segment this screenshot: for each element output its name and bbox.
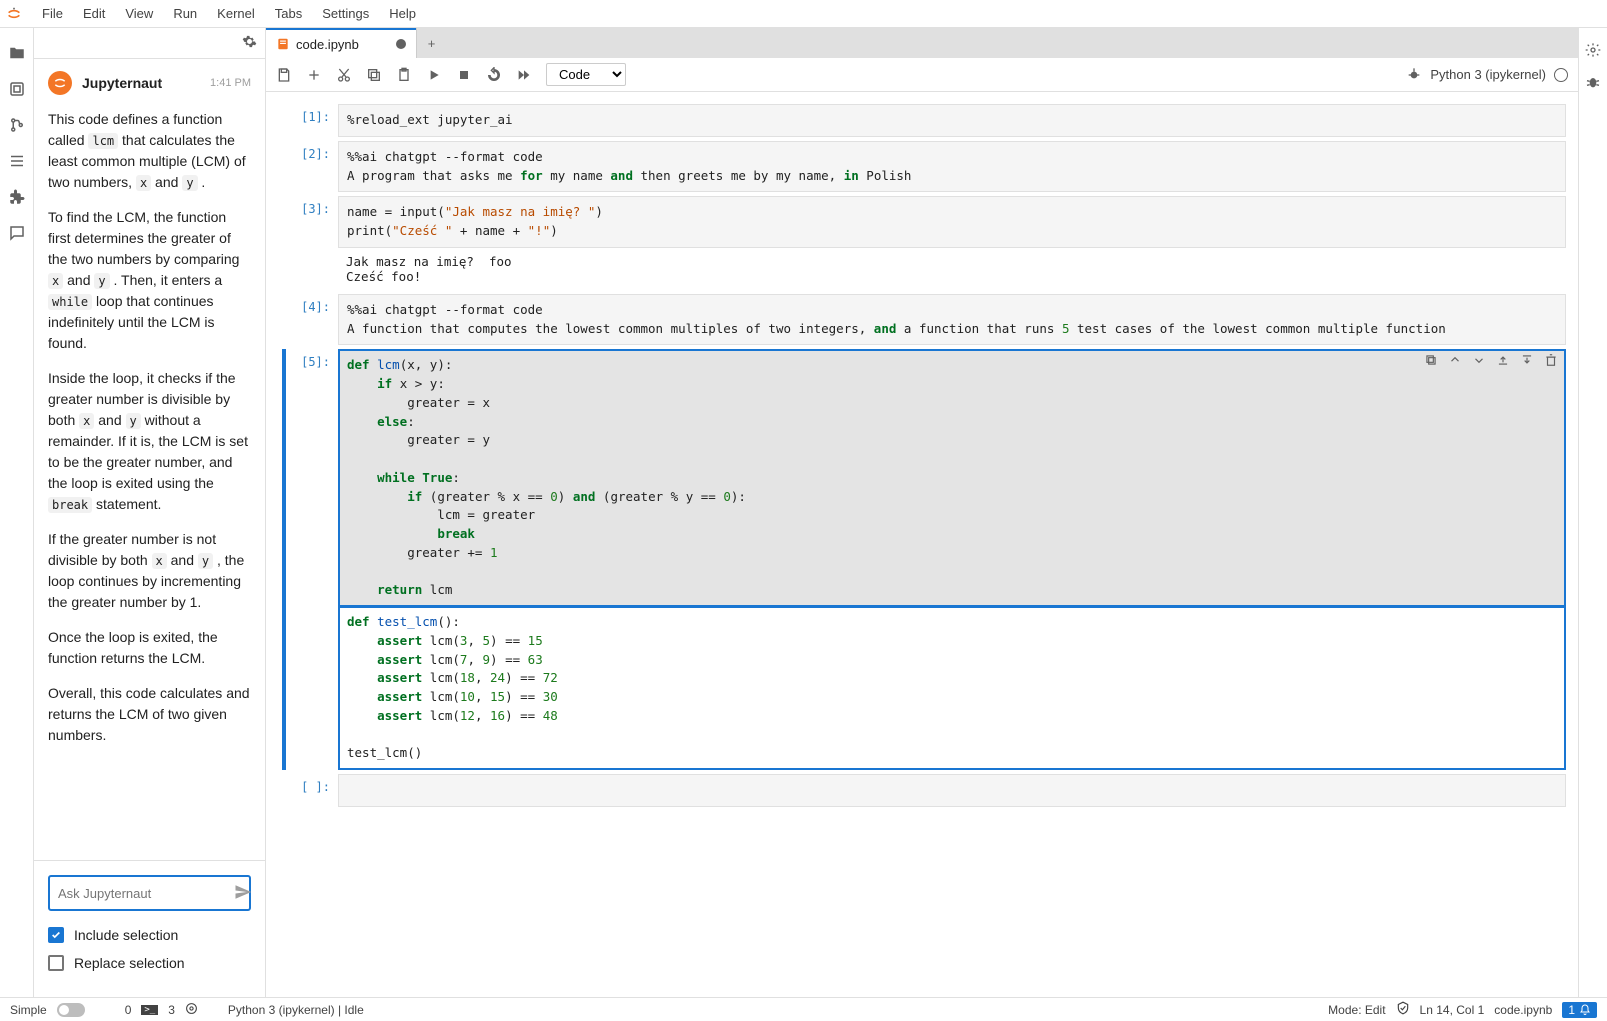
status-simple[interactable]: Simple xyxy=(10,1003,47,1017)
run-icon[interactable] xyxy=(426,67,442,83)
tab-title: code.ipynb xyxy=(296,37,359,52)
cell-type-select[interactable]: Code xyxy=(546,63,626,86)
cell-prompt: [5]: xyxy=(278,349,338,770)
status-count-0: 0 xyxy=(125,1003,132,1017)
stop-icon[interactable] xyxy=(456,67,472,83)
menu-help[interactable]: Help xyxy=(379,2,426,25)
kernel-status-icon[interactable] xyxy=(1554,68,1568,82)
move-down-icon[interactable] xyxy=(1472,353,1486,367)
insert-above-icon[interactable] xyxy=(1496,353,1510,367)
terminal-icon[interactable]: >_ xyxy=(141,1005,158,1015)
folder-icon[interactable] xyxy=(8,44,26,62)
chat-timestamp: 1:41 PM xyxy=(210,77,251,89)
chat-body: This code defines a function called lcm … xyxy=(48,109,251,746)
add-cell-icon[interactable] xyxy=(306,67,322,83)
menu-run[interactable]: Run xyxy=(163,2,207,25)
menu-edit[interactable]: Edit xyxy=(73,2,115,25)
status-lncol[interactable]: Ln 14, Col 1 xyxy=(1420,1003,1485,1017)
tab-bar: code.ipynb + xyxy=(266,28,1578,58)
chat-sender: Jupyternaut xyxy=(82,75,162,91)
copy-icon[interactable] xyxy=(366,67,382,83)
menu-file[interactable]: File xyxy=(32,2,73,25)
code-cell[interactable]: [2]: %%ai chatgpt --format code A progra… xyxy=(272,141,1572,193)
bug-icon[interactable] xyxy=(1406,67,1422,83)
move-up-icon[interactable] xyxy=(1448,353,1462,367)
code-cell[interactable]: [3]: name = input("Jak masz na imię? ") … xyxy=(272,196,1572,290)
chat-icon[interactable] xyxy=(8,224,26,242)
checkbox-unchecked-icon xyxy=(48,955,64,971)
jupyternaut-avatar-icon xyxy=(48,71,72,95)
delete-cell-icon[interactable] xyxy=(1544,353,1558,367)
menu-settings[interactable]: Settings xyxy=(312,2,379,25)
menu-tabs[interactable]: Tabs xyxy=(265,2,312,25)
cell-prompt: [4]: xyxy=(278,294,338,346)
notebook-toolbar: Code Python 3 (ipykernel) xyxy=(266,58,1578,92)
cell-output: Jak masz na imię? foo Cześć foo! xyxy=(338,248,1566,290)
chat-panel: Jupyternaut 1:41 PM This code defines a … xyxy=(34,28,266,997)
extensions-icon[interactable] xyxy=(8,188,26,206)
toc-icon[interactable] xyxy=(8,152,26,170)
add-tab-button[interactable]: + xyxy=(416,28,446,58)
right-sidebar xyxy=(1579,28,1607,997)
chat-input[interactable] xyxy=(58,886,234,901)
tab-code-ipynb[interactable]: code.ipynb xyxy=(266,28,416,58)
replace-selection-checkbox[interactable]: Replace selection xyxy=(48,955,251,971)
status-file: code.ipynb xyxy=(1494,1003,1552,1017)
status-count-3: 3 xyxy=(168,1003,175,1017)
unsaved-indicator-icon xyxy=(396,39,406,49)
status-bar: Simple 0 >_ 3 Python 3 (ipykernel) | Idl… xyxy=(0,997,1607,1021)
jupyter-logo-icon xyxy=(6,6,22,22)
cell-prompt: [1]: xyxy=(278,104,338,137)
chat-settings-icon[interactable] xyxy=(242,34,257,52)
notebook-area: code.ipynb + Code Python 3 (ipykernel) xyxy=(266,28,1579,997)
save-icon[interactable] xyxy=(276,67,292,83)
status-mode: Mode: Edit xyxy=(1328,1003,1385,1017)
cell-prompt: [3]: xyxy=(278,196,338,290)
notification-badge[interactable]: 1 xyxy=(1562,1002,1597,1018)
simple-toggle[interactable] xyxy=(57,1003,85,1017)
paste-icon[interactable] xyxy=(396,67,412,83)
cell-prompt: [ ]: xyxy=(278,774,338,807)
code-cell-selected[interactable]: [5]: def lcm(x, y): if x > y: greater = … xyxy=(272,349,1572,770)
checkbox-checked-icon xyxy=(48,927,64,943)
kernel-sessions-icon[interactable] xyxy=(185,1002,198,1018)
chat-message: Jupyternaut 1:41 PM This code defines a … xyxy=(34,59,265,860)
cell-toolbar xyxy=(1424,353,1558,367)
running-icon[interactable] xyxy=(8,80,26,98)
cell-prompt: [2]: xyxy=(278,141,338,193)
trusted-icon[interactable] xyxy=(1396,1001,1410,1018)
notebook-file-icon xyxy=(276,37,290,51)
kernel-name[interactable]: Python 3 (ipykernel) xyxy=(1430,67,1546,82)
code-cell[interactable]: [1]: %reload_ext jupyter_ai xyxy=(272,104,1572,137)
send-icon[interactable] xyxy=(234,883,252,904)
git-icon[interactable] xyxy=(8,116,26,134)
menubar: File Edit View Run Kernel Tabs Settings … xyxy=(0,0,1607,28)
notebook-cells[interactable]: [1]: %reload_ext jupyter_ai [2]: %%ai ch… xyxy=(266,92,1578,997)
code-cell[interactable]: [4]: %%ai chatgpt --format code A functi… xyxy=(272,294,1572,346)
cut-icon[interactable] xyxy=(336,67,352,83)
activity-bar xyxy=(0,28,34,997)
restart-icon[interactable] xyxy=(486,67,502,83)
property-inspector-icon[interactable] xyxy=(1585,42,1601,58)
menu-view[interactable]: View xyxy=(115,2,163,25)
run-all-icon[interactable] xyxy=(516,67,532,83)
insert-below-icon[interactable] xyxy=(1520,353,1534,367)
code-cell[interactable]: [ ]: xyxy=(272,774,1572,807)
debugger-icon[interactable] xyxy=(1585,74,1601,90)
duplicate-cell-icon[interactable] xyxy=(1424,353,1438,367)
bell-icon xyxy=(1579,1004,1591,1016)
status-kernel[interactable]: Python 3 (ipykernel) | Idle xyxy=(228,1003,364,1017)
include-selection-checkbox[interactable]: Include selection xyxy=(48,927,251,943)
menu-kernel[interactable]: Kernel xyxy=(207,2,265,25)
